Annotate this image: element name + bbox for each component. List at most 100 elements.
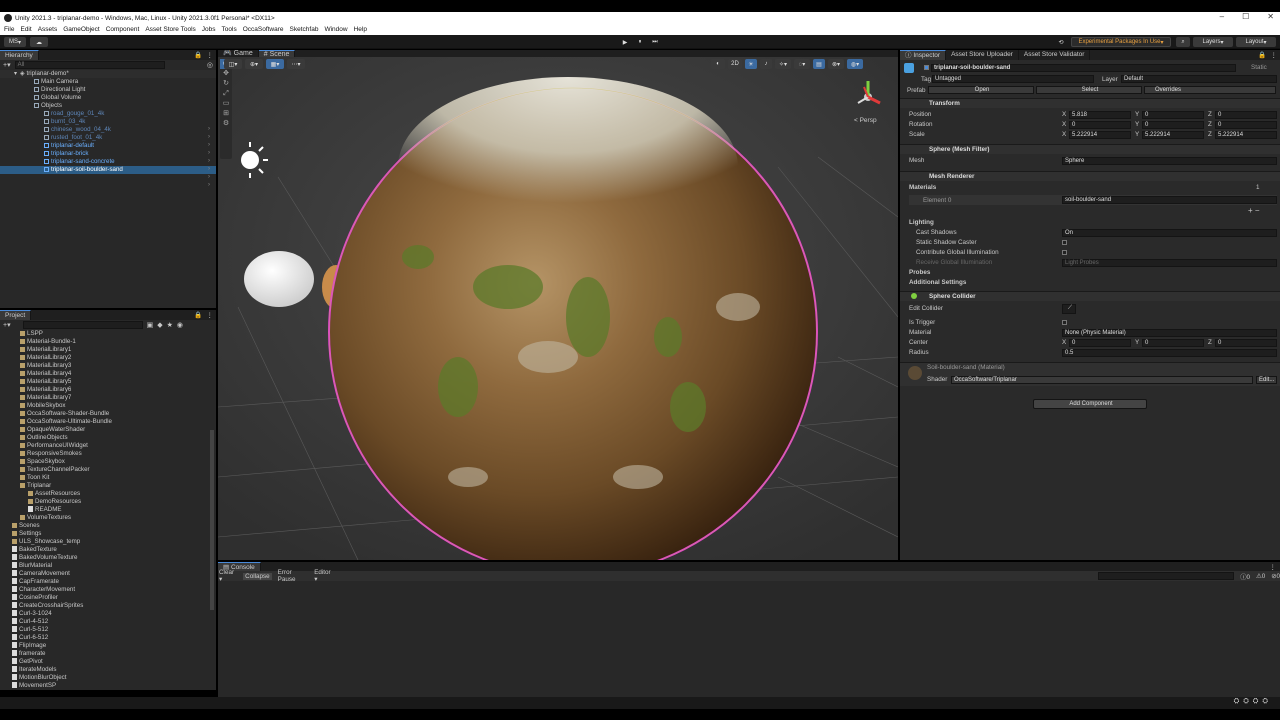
project-item[interactable]: README [0, 506, 216, 514]
menu-component[interactable]: Component [106, 26, 140, 33]
hierarchy-search-input[interactable]: All [14, 61, 165, 69]
filter-type-icon[interactable]: ▣ [147, 321, 154, 329]
layer-dropdown[interactable]: Default [1121, 75, 1277, 83]
hierarchy-item[interactable]: triplanar-soil-boulder-sand [0, 166, 216, 174]
add-icon[interactable]: +▾ [3, 61, 11, 69]
perspective-label[interactable]: < Persp [854, 117, 877, 124]
project-item[interactable]: MaterialLibrary6 [0, 386, 216, 394]
hierarchy-item[interactable]: rusted_foot_01_4k [0, 134, 216, 142]
menu-help[interactable]: Help [354, 26, 367, 33]
scale-y-label[interactable]: Y [1135, 130, 1139, 139]
add-element-icon[interactable]: + − [1248, 206, 1260, 215]
position-x-field[interactable]: 5.818 [1069, 111, 1131, 119]
center-z-label[interactable]: Z [1208, 338, 1212, 347]
project-item[interactable]: Curl-3-1024 [0, 610, 216, 618]
project-item[interactable]: MaterialLibrary4 [0, 370, 216, 378]
history-icon[interactable]: ⟲ [1056, 37, 1066, 47]
transform-header[interactable]: Transform [900, 98, 1280, 108]
project-item[interactable]: OccaSoftware-Shader-Bundle [0, 410, 216, 418]
project-item[interactable]: IterateModels [0, 666, 216, 674]
project-item[interactable]: Settings [0, 530, 216, 538]
audio-icon[interactable]: ♪ [760, 59, 772, 69]
project-item[interactable]: PerformanceUIWidget [0, 442, 216, 450]
pause-button[interactable]: ⏸ [634, 37, 646, 47]
lighting-label[interactable]: Lighting [909, 218, 934, 227]
project-item[interactable]: BakedVolumeTexture [0, 554, 216, 562]
project-item[interactable]: FlipImage [0, 642, 216, 650]
project-item[interactable]: CosineProfiler [0, 594, 216, 602]
project-item[interactable]: Toon Kit [0, 474, 216, 482]
project-item[interactable]: OccaSoftware-Ultimate-Bundle [0, 418, 216, 426]
rotation-y-label[interactable]: Y [1135, 120, 1139, 129]
shader-edit-button[interactable]: Edit... [1256, 376, 1277, 384]
project-item[interactable]: MobileSkybox [0, 402, 216, 410]
tab-asset-store-uploader[interactable]: Asset Store Uploader [946, 50, 1019, 60]
project-menu-icon[interactable]: ⋮ [207, 311, 214, 319]
project-item[interactable]: BakedTexture [0, 546, 216, 554]
gizmo-toggle-icon[interactable]: ◍▾ [847, 59, 863, 69]
additional-settings-label[interactable]: Additional Settings [909, 278, 966, 287]
hierarchy-item[interactable]: Objects [0, 102, 216, 110]
position-y-label[interactable]: Y [1135, 110, 1139, 119]
project-item[interactable]: MotionBlurObject [0, 674, 216, 682]
project-item[interactable]: LSPP [0, 330, 216, 338]
scene-root-item[interactable]: ▾ ◈ triplanar-demo* [0, 70, 216, 78]
scale-z-label[interactable]: Z [1208, 130, 1212, 139]
project-item[interactable]: MaterialLibrary3 [0, 362, 216, 370]
project-item[interactable]: ResponsiveSmokes [0, 450, 216, 458]
scene-canvas[interactable] [218, 57, 898, 560]
layout-dropdown[interactable]: Layout ▾ [1236, 37, 1276, 47]
pivot-icon[interactable]: ⊕▾ [245, 59, 263, 69]
inspector-menu-icon[interactable]: ⋮ [1271, 51, 1278, 59]
mesh-filter-header[interactable]: Sphere (Mesh Filter) [900, 144, 1280, 154]
close-button[interactable]: ✕ [1267, 12, 1274, 21]
center-z-field[interactable]: 0 [1215, 339, 1277, 347]
project-item[interactable]: SpaceSkybox [0, 458, 216, 466]
cloud-icon[interactable]: ☁ [30, 37, 48, 47]
scene-visibility-icon[interactable]: ◎ [207, 61, 213, 69]
menu-jobs[interactable]: Jobs [202, 26, 216, 33]
console-warning-count[interactable]: ⚠0 [1256, 573, 1265, 580]
active-checkbox[interactable] [924, 65, 929, 70]
prefab-select-button[interactable]: Select [1036, 86, 1142, 94]
menu-gameobject[interactable]: GameObject [63, 26, 100, 33]
project-item[interactable]: Curl-4-512 [0, 618, 216, 626]
project-item[interactable]: CreateCrosshairSprites [0, 602, 216, 610]
project-item[interactable]: Material-Bundle-1 [0, 338, 216, 346]
materials-label[interactable]: Materials [909, 183, 936, 192]
project-item[interactable]: MaterialLibrary1 [0, 346, 216, 354]
center-x-label[interactable]: X [1062, 338, 1066, 347]
layers-dropdown[interactable]: Layers ▾ [1193, 37, 1233, 47]
project-item[interactable]: Curl-5-512 [0, 626, 216, 634]
rotation-y-field[interactable]: 0 [1142, 121, 1204, 129]
scale-tool-icon[interactable]: ⤢ [220, 89, 232, 99]
camera-icon[interactable]: ▤ [813, 59, 825, 69]
sphere-collider-header[interactable]: Sphere Collider [900, 291, 1280, 301]
scale-x-label[interactable]: X [1062, 130, 1066, 139]
rotation-z-field[interactable]: 0 [1215, 121, 1277, 129]
gizmos-icon[interactable]: ⊗▾ [828, 59, 844, 69]
project-item[interactable]: CapFramerate [0, 578, 216, 586]
hierarchy-item[interactable]: road_gouge_01_4k [0, 110, 216, 118]
move-tool-icon[interactable]: ✥ [220, 69, 232, 79]
hidden-packages-icon[interactable]: ◉ [177, 321, 183, 329]
scale-z-field[interactable]: 5.222914 [1215, 131, 1277, 139]
hierarchy-item[interactable]: Global Volume [0, 94, 216, 102]
position-y-field[interactable]: 0 [1142, 111, 1204, 119]
radius-field[interactable]: 0.5 [1062, 349, 1277, 357]
hierarchy-item[interactable]: chinese_wood_04_4k [0, 126, 216, 134]
menu-file[interactable]: File [4, 26, 14, 33]
project-item[interactable]: framerate [0, 650, 216, 658]
edit-collider-icon[interactable]: ⟋ [1062, 304, 1076, 314]
project-scrollbar[interactable] [210, 430, 214, 610]
console-info-count[interactable]: ⓘ0 [1240, 572, 1250, 581]
tab-project[interactable]: Project [0, 310, 32, 320]
step-button[interactable]: ⏭ [649, 37, 661, 47]
menu-edit[interactable]: Edit [20, 26, 31, 33]
position-z-field[interactable]: 0 [1215, 111, 1277, 119]
custom-tool-icon[interactable]: ⚙ [220, 119, 232, 129]
panel-menu-icon[interactable]: ⋮ [207, 51, 214, 59]
add-component-button[interactable]: Add Component [1033, 399, 1147, 409]
project-item[interactable]: Triplanar [0, 482, 216, 490]
snap-increment-icon[interactable]: ⋯▾ [287, 59, 305, 69]
